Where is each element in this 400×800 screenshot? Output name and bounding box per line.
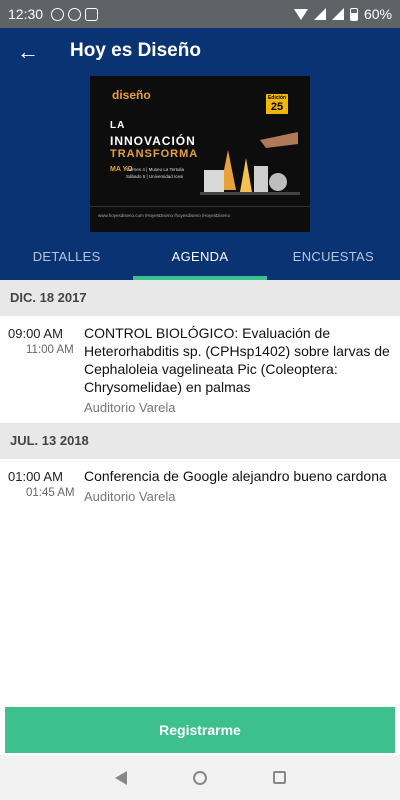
banner-headline-2: INNOVACIÓN (110, 134, 196, 148)
signal-icon (313, 8, 326, 20)
battery-icon (349, 7, 358, 21)
banner-illustration (200, 132, 300, 195)
banner-badge-number: 25 (270, 101, 284, 113)
event-start-time: 09:00 AM (8, 326, 63, 341)
agenda-item[interactable]: 01:00 AM 01:45 AM Conferencia de Google … (0, 459, 400, 563)
back-button[interactable]: ← (14, 38, 42, 66)
whatsapp-icon (51, 7, 65, 21)
event-start-time: 01:00 AM (8, 469, 63, 484)
nav-back-icon[interactable] (114, 770, 127, 785)
status-time: 12:30 (8, 6, 44, 22)
system-nav-bar (0, 755, 400, 800)
instagram-icon (85, 7, 99, 21)
nav-home-icon[interactable] (192, 770, 207, 785)
banner-date-1: Viernes 4 | Museo La Tertulia (126, 167, 185, 172)
event-location: Auditorio Varela (84, 400, 176, 415)
tab-encuestas[interactable]: ENCUESTAS (267, 240, 400, 280)
event-location: Auditorio Varela (84, 489, 176, 504)
arrow-left-icon: ← (17, 39, 39, 64)
whatsapp-icon (68, 7, 82, 21)
banner-headline-3: TRANSFORMA (110, 148, 199, 160)
status-bar: 12:30 60% (0, 0, 400, 28)
event-banner-image: diseño Edición 25 LA INNOVACIÓN TRANSFOR… (90, 76, 310, 232)
date-header: DIC. 18 2017 (0, 280, 400, 316)
app-header: ← Hoy es Diseño diseño Edición 25 LA INN… (0, 28, 400, 280)
event-title: CONTROL BIOLÓGICO: Evaluación de Heteror… (84, 325, 390, 395)
notification-icons (51, 7, 99, 21)
event-title: Conferencia de Google alejandro bueno ca… (84, 468, 387, 484)
banner-footer: www.hoyesdiseno.com /HoyesDiseno /hoyesd… (90, 206, 310, 232)
nav-recents-icon[interactable] (272, 771, 286, 784)
banner-dates: Viernes 4 | Museo La Tertulia Sábado 5 |… (126, 166, 184, 180)
page-title: Hoy es Diseño (70, 40, 201, 61)
battery-percent: 60% (363, 6, 392, 22)
agenda-item[interactable]: 09:00 AM 11:00 AM CONTROL BIOLÓGICO: Eva… (0, 316, 400, 423)
tab-detalles[interactable]: DETALLES (0, 240, 133, 280)
signal-icon (331, 8, 344, 20)
banner-edition-badge: Edición 25 (266, 94, 288, 114)
wifi-icon (293, 8, 308, 20)
event-end-time: 11:00 AM (26, 344, 74, 356)
event-end-time: 01:45 AM (26, 487, 75, 499)
tab-agenda[interactable]: AGENDA (133, 240, 267, 280)
agenda-list: DIC. 18 2017 09:00 AM 11:00 AM CONTROL B… (0, 280, 400, 563)
banner-logo: diseño (112, 88, 151, 102)
banner-headline-1: LA (110, 120, 126, 131)
date-header: JUL. 13 2018 (0, 423, 400, 459)
register-button[interactable]: Registrarme (5, 707, 395, 753)
tab-bar: DETALLES AGENDA ENCUESTAS (0, 240, 400, 280)
banner-date-2: Sábado 5 | Universidad Icesi (126, 174, 184, 179)
